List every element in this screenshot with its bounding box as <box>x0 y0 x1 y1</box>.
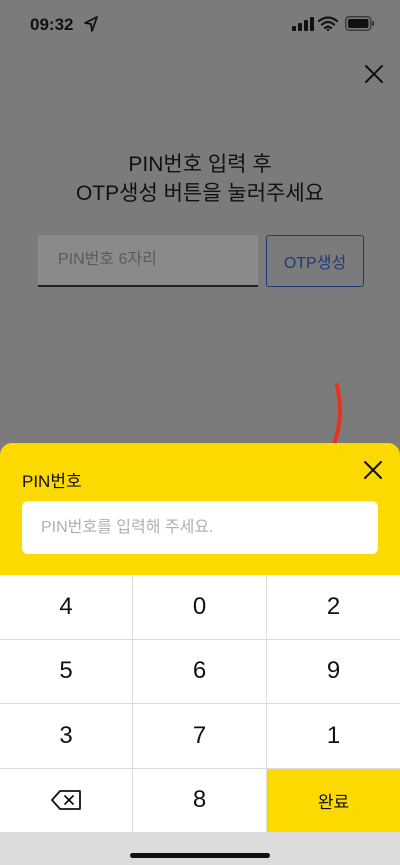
key-4[interactable]: 4 <box>0 575 133 640</box>
backspace-icon <box>51 790 81 811</box>
page-title: PIN번호 입력 후 OTP생성 버튼을 눌러주세요 <box>0 150 400 208</box>
key-2[interactable]: 2 <box>267 575 400 640</box>
done-button[interactable]: 완료 <box>267 768 400 833</box>
key-3[interactable]: 3 <box>0 704 133 769</box>
key-0[interactable]: 0 <box>133 575 267 640</box>
key-5[interactable]: 5 <box>0 639 133 704</box>
page-title-line2: OTP생성 버튼을 눌러주세요 <box>75 182 325 205</box>
home-indicator[interactable] <box>130 853 270 858</box>
status-time: 09:32 <box>30 15 74 34</box>
backspace-key[interactable] <box>0 768 133 833</box>
close-icon[interactable] <box>362 459 384 481</box>
sheet-pin-field[interactable] <box>22 501 378 554</box>
battery-icon <box>345 16 375 31</box>
sheet-pin-input[interactable] <box>22 501 378 554</box>
signal-icon <box>292 17 314 31</box>
location-arrow-icon <box>84 16 98 32</box>
key-7[interactable]: 7 <box>133 704 267 769</box>
home-indicator-area <box>0 833 400 865</box>
key-1[interactable]: 1 <box>267 704 400 769</box>
otp-generate-button[interactable]: OTP생성 <box>266 235 364 287</box>
numeric-keypad: 4 0 2 5 6 9 3 7 1 8 완료 <box>0 575 400 833</box>
key-8[interactable]: 8 <box>133 768 267 833</box>
close-icon[interactable] <box>362 62 386 86</box>
sheet-title: PIN번호 <box>22 472 82 491</box>
key-6[interactable]: 6 <box>133 639 267 704</box>
wifi-icon <box>318 16 338 31</box>
page-title-line1: PIN번호 입력 후 <box>128 153 272 176</box>
pin-field[interactable] <box>38 235 258 287</box>
status-bar: 09:32 <box>0 0 400 50</box>
pin-input[interactable] <box>38 235 258 285</box>
key-9[interactable]: 9 <box>267 639 400 704</box>
